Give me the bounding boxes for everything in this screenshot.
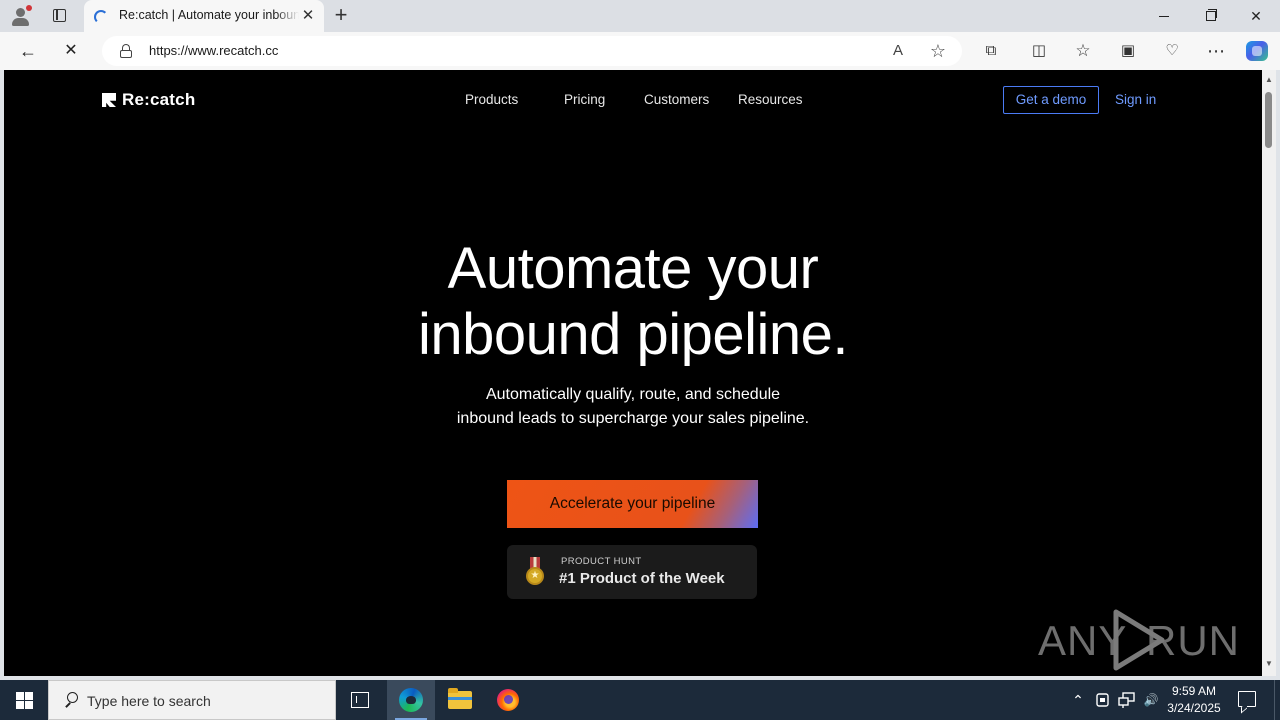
system-clock[interactable]: 9:59 AM 3/24/2025 [1156, 683, 1232, 717]
scroll-down-arrow[interactable]: ▼ [1265, 660, 1273, 668]
scroll-thumb[interactable] [1265, 92, 1272, 148]
search-icon [63, 692, 79, 710]
taskbar-search-box[interactable]: Type here to search [48, 680, 336, 720]
hero-title: Automate your inbound pipeline. [4, 236, 1262, 368]
nav-resources[interactable]: Resources [738, 92, 803, 107]
anyrun-watermark: ANY RUN [1038, 608, 1240, 676]
product-hunt-label: PRODUCT HUNT [561, 556, 642, 567]
split-screen-icon[interactable]: ◫ [1028, 41, 1050, 61]
url-text[interactable]: https://www.recatch.cc [149, 43, 278, 58]
sign-in-link[interactable]: Sign in [1115, 92, 1156, 107]
nav-customers[interactable]: Customers [644, 92, 709, 107]
taskbar-edge[interactable] [387, 680, 435, 720]
recatch-logo-icon [102, 93, 116, 107]
windows-taskbar: Type here to search ⌃ 🔊 9:59 AM 3/24/202… [0, 680, 1280, 720]
task-view-icon [351, 692, 369, 708]
copilot-icon[interactable] [1246, 41, 1268, 61]
hero-title-line-2: inbound pipeline. [417, 302, 849, 367]
address-bar[interactable]: https://www.recatch.cc A ☆ [102, 36, 962, 66]
medal-icon: ★ [525, 557, 545, 587]
hero-subtitle-line-2: inbound leads to supercharge your sales … [456, 410, 810, 427]
taskbar-file-explorer[interactable] [436, 680, 484, 720]
browser-tab-strip: Re:catch | Automate your inbound pipelin… [0, 0, 1280, 32]
browser-tab-active[interactable]: Re:catch | Automate your inbound pipelin… [84, 0, 324, 32]
taskbar-firefox[interactable] [484, 680, 532, 720]
favorite-star-icon[interactable]: ☆ [928, 42, 948, 60]
accelerate-pipeline-button[interactable]: Accelerate your pipeline [507, 480, 758, 528]
collections-icon[interactable]: ▣ [1117, 41, 1139, 61]
close-window-button[interactable]: ✕ [1233, 5, 1279, 27]
tab-actions-icon[interactable] [48, 6, 72, 26]
nav-pricing[interactable]: Pricing [564, 92, 605, 107]
meet-now-icon[interactable] [1094, 690, 1112, 710]
firefox-icon [497, 689, 519, 711]
browser-toolbar: ← ✕ https://www.recatch.cc A ☆ ⧉ ◫ ☆ ▣ ♡… [0, 32, 1280, 70]
restore-button[interactable] [1187, 5, 1233, 27]
file-explorer-icon [448, 688, 472, 709]
edge-icon [399, 688, 423, 712]
minimize-button[interactable] [1141, 5, 1187, 27]
notifications-icon[interactable] [1238, 691, 1256, 707]
read-aloud-icon[interactable]: A [888, 42, 908, 60]
tab-close-icon[interactable]: ✕ [300, 8, 316, 24]
hero-title-line-1: Automate your [447, 236, 819, 301]
network-icon[interactable] [1117, 690, 1137, 710]
back-button[interactable]: ← [15, 39, 41, 63]
profile-icon[interactable] [10, 5, 32, 27]
product-hunt-title: #1 Product of the Week [559, 570, 725, 587]
clock-date: 3/24/2025 [1167, 701, 1221, 715]
search-placeholder: Type here to search [87, 693, 211, 709]
lock-icon[interactable] [120, 44, 132, 58]
clock-time: 9:59 AM [1171, 684, 1217, 698]
browser-essentials-icon[interactable]: ♡ [1161, 41, 1183, 61]
show-desktop-button[interactable] [1274, 680, 1280, 720]
page-viewport: Re:catch Products Pricing Customers Reso… [4, 70, 1262, 676]
loading-favicon-icon [93, 9, 108, 24]
more-menu-icon[interactable]: ⋯ [1205, 41, 1227, 61]
logo-text: Re:catch [122, 90, 196, 109]
extensions-icon[interactable]: ⧉ [980, 41, 1002, 61]
watermark-text-right: RUN [1146, 617, 1240, 664]
start-button[interactable] [0, 680, 48, 720]
tray-overflow-icon[interactable]: ⌃ [1068, 690, 1088, 710]
new-tab-button[interactable]: + [330, 4, 352, 26]
product-hunt-badge[interactable]: ★ PRODUCT HUNT #1 Product of the Week [507, 545, 757, 599]
scroll-up-arrow[interactable]: ▲ [1265, 76, 1273, 84]
get-demo-button[interactable]: Get a demo [1003, 86, 1099, 114]
nav-products[interactable]: Products [465, 92, 518, 107]
stop-loading-button[interactable]: ✕ [58, 39, 84, 63]
favorites-icon[interactable]: ☆ [1072, 41, 1094, 61]
medal-star: ★ [530, 570, 540, 581]
hero-subtitle-line-1: Automatically qualify, route, and schedu… [485, 386, 781, 403]
task-view-button[interactable] [336, 680, 384, 720]
hero-subtitle: Automatically qualify, route, and schedu… [4, 383, 1262, 431]
page-scrollbar[interactable]: ▲ ▼ [1262, 70, 1276, 676]
windows-logo-icon [16, 692, 24, 700]
tab-title: Re:catch | Automate your inbound pipelin… [119, 8, 299, 22]
